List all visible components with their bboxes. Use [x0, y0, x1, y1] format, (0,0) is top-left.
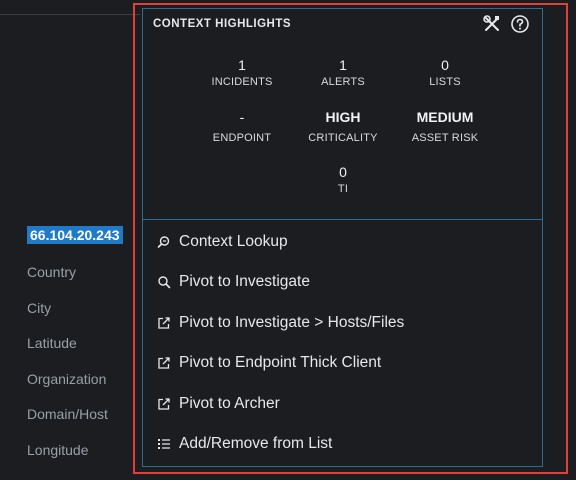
external-link-icon	[157, 316, 171, 330]
stat-value: -	[239, 109, 245, 125]
menu-context-lookup[interactable]: Context Lookup	[157, 231, 288, 253]
stat-label: LISTS	[429, 76, 461, 88]
menu-label: Pivot to Archer	[179, 395, 280, 412]
menu-label: Pivot to Endpoint Thick Client	[179, 354, 382, 371]
top-divider	[0, 14, 140, 15]
stat-value: 1	[339, 57, 347, 73]
menu-label: Add/Remove from List	[179, 435, 333, 452]
attribute-organization[interactable]: Organization	[27, 371, 106, 387]
list-icon	[157, 437, 171, 451]
panel-header-icons	[482, 14, 530, 34]
attribute-country[interactable]: Country	[27, 264, 76, 280]
menu-pivot-endpoint[interactable]: Pivot to Endpoint Thick Client	[157, 352, 381, 374]
tools-icon[interactable]	[482, 14, 502, 34]
context-panel: CONTEXT HIGHLIGHTS 1 INCIDENTS 1 ALERTS …	[142, 8, 543, 467]
stat-value: 1	[238, 57, 246, 73]
panel-divider	[143, 219, 542, 220]
stat-alerts[interactable]: 1 ALERTS	[288, 56, 398, 90]
attribute-domain-host[interactable]: Domain/Host	[27, 406, 108, 422]
stat-label: INCIDENTS	[211, 76, 273, 88]
stat-label: ENDPOINT	[212, 132, 272, 144]
search-icon	[157, 275, 171, 289]
stat-value: HIGH	[325, 109, 361, 125]
menu-label: Context Lookup	[179, 233, 288, 250]
stat-label: CRITICALITY	[308, 132, 378, 144]
stat-label: ALERTS	[321, 76, 365, 88]
stat-asset-risk: MEDIUM ASSET RISK	[390, 108, 500, 146]
stat-ti[interactable]: 0 TI	[288, 163, 398, 197]
stat-value: MEDIUM	[416, 109, 474, 125]
stat-lists[interactable]: 0 LISTS	[390, 56, 500, 90]
menu-pivot-archer[interactable]: Pivot to Archer	[157, 393, 280, 415]
menu-pivot-hosts-files[interactable]: Pivot to Investigate > Hosts/Files	[157, 312, 404, 334]
panel-title: CONTEXT HIGHLIGHTS	[153, 18, 292, 30]
external-link-icon	[157, 356, 171, 370]
menu-add-remove-list[interactable]: Add/Remove from List	[157, 433, 332, 455]
context-lookup-icon	[157, 235, 171, 249]
menu-pivot-investigate[interactable]: Pivot to Investigate	[157, 271, 310, 293]
menu-label: Pivot to Investigate	[179, 273, 310, 290]
stat-label: ASSET RISK	[411, 132, 479, 144]
stat-value: 0	[339, 164, 347, 180]
attribute-city[interactable]: City	[27, 300, 51, 316]
stat-incidents[interactable]: 1 INCIDENTS	[187, 56, 297, 90]
stat-value: 0	[441, 57, 449, 73]
help-icon[interactable]	[510, 14, 530, 34]
attribute-latitude[interactable]: Latitude	[27, 335, 77, 351]
external-link-icon	[157, 397, 171, 411]
selected-ip[interactable]: 66.104.20.243	[27, 226, 123, 244]
stat-label: TI	[337, 183, 349, 195]
stat-endpoint: - ENDPOINT	[187, 108, 297, 146]
stat-criticality: HIGH CRITICALITY	[288, 108, 398, 146]
menu-label: Pivot to Investigate > Hosts/Files	[179, 314, 405, 331]
attribute-longitude[interactable]: Longitude	[27, 442, 89, 458]
